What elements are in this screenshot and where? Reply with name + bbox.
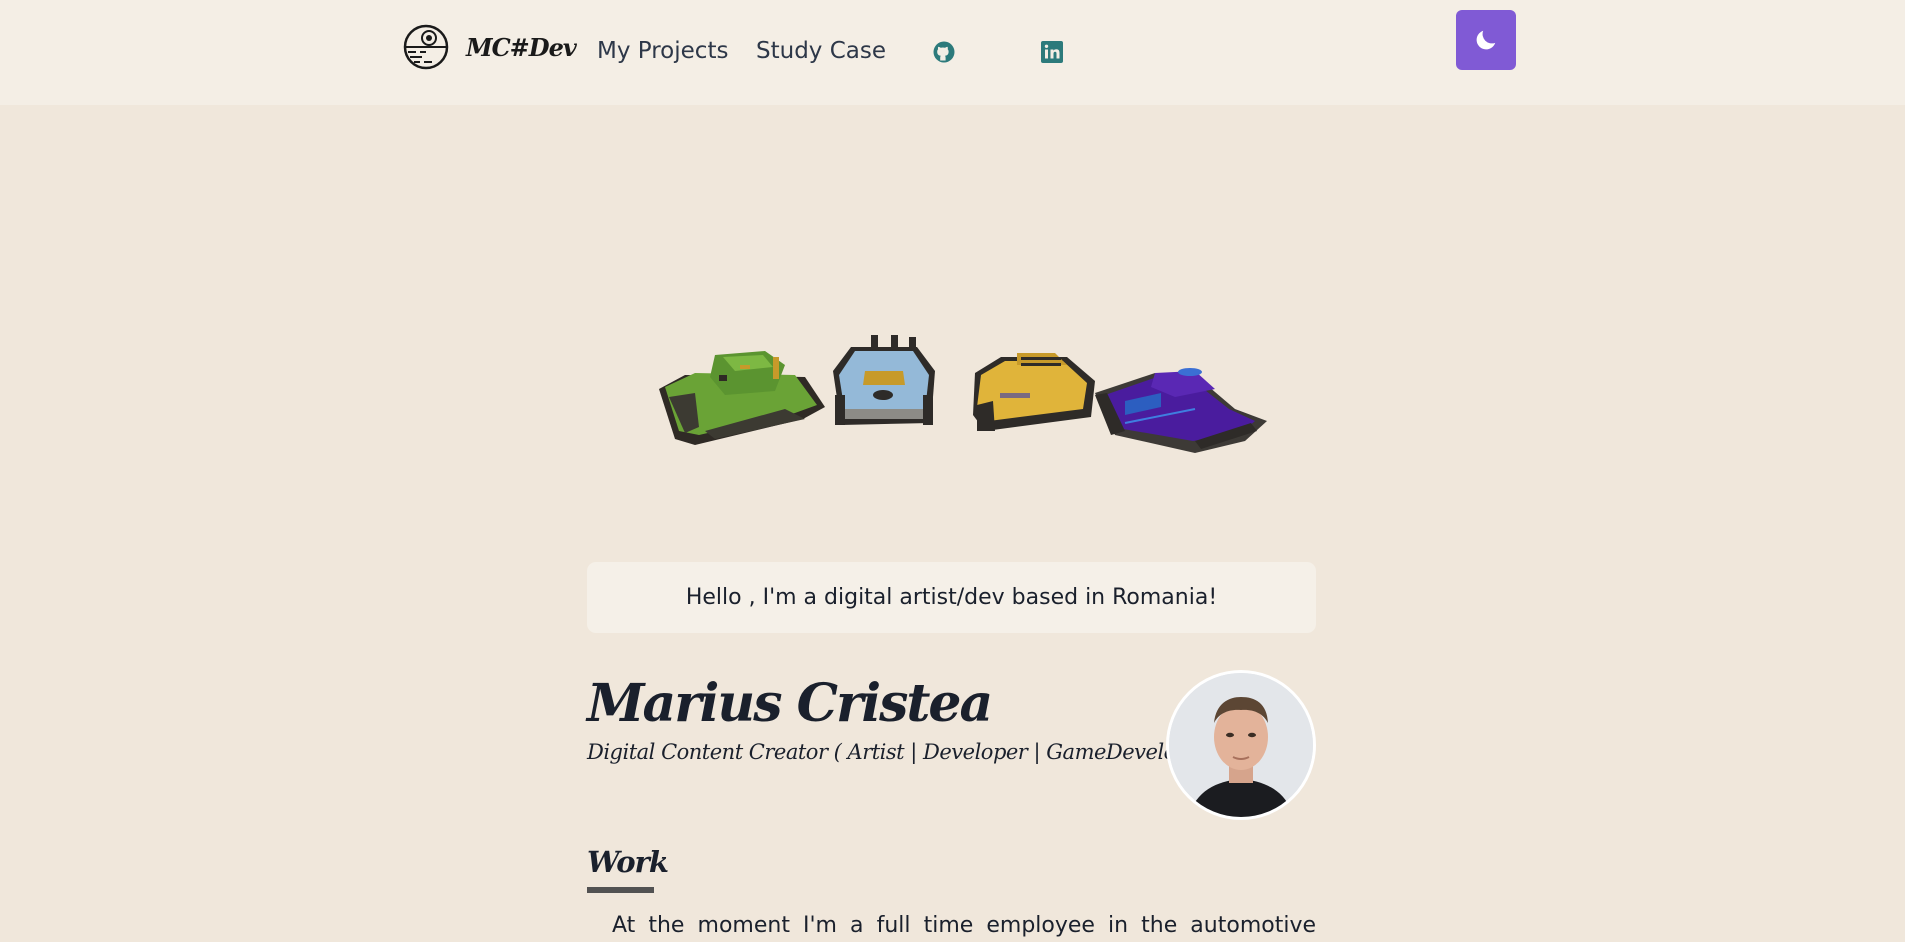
github-link[interactable] <box>932 40 956 64</box>
nav-link-my-projects[interactable]: My Projects <box>597 38 728 64</box>
theme-toggle-button[interactable] <box>1456 10 1516 70</box>
low-poly-tanks <box>659 335 1267 453</box>
work-heading-underline <box>587 887 654 893</box>
moon-icon <box>1476 30 1496 50</box>
github-icon <box>933 41 955 63</box>
work-heading: Work <box>587 845 669 879</box>
profile-photo <box>1169 673 1313 817</box>
linkedin-icon <box>1041 41 1063 63</box>
blue-tank <box>833 335 935 425</box>
work-paragraph: At the moment I'm a full time employee i… <box>612 913 1316 938</box>
profile-name: Marius Cristea <box>587 673 993 734</box>
profile-role: Digital Content Creator ( Artist | Devel… <box>587 740 1218 764</box>
death-star-icon <box>403 24 449 70</box>
logo-text: MC#Dev <box>466 32 577 62</box>
intro-banner: Hello , I'm a digital artist/dev based i… <box>587 562 1316 633</box>
logo-link[interactable]: MC#Dev <box>402 22 577 72</box>
avatar <box>1166 670 1316 820</box>
navbar: MC#Dev My Projects Study Case <box>0 0 1905 105</box>
purple-tank <box>1095 368 1267 453</box>
nav-link-study-case[interactable]: Study Case <box>756 38 886 64</box>
linkedin-link[interactable] <box>1040 40 1064 64</box>
yellow-tank <box>973 353 1095 431</box>
green-tank <box>659 351 825 445</box>
